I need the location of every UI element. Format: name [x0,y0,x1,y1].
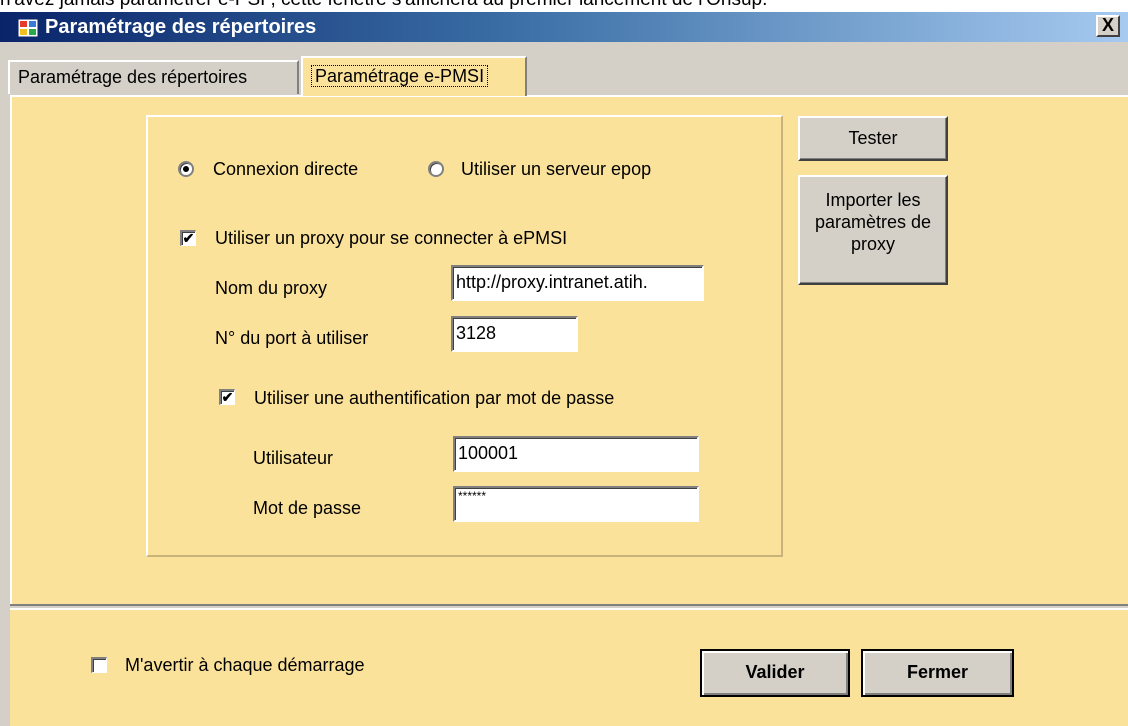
use-auth-label[interactable]: Utiliser une authentification par mot de… [254,387,614,409]
proxy-port-label: N° du port à utiliser [215,328,369,348]
check-icon: ✔ [182,230,195,246]
tab-epmsi[interactable]: Paramétrage e-PMSI [301,56,527,96]
check-icon: ✔ [221,389,234,405]
warn-at-startup-checkbox[interactable] [91,657,107,673]
warn-at-startup-label[interactable]: M'avertir à chaque démarrage [125,654,365,676]
import-proxy-settings-button[interactable]: Importer les paramètres de proxy [798,175,948,285]
proxy-name-input[interactable]: http://proxy.intranet.atih. [451,265,704,301]
tab-label: Paramétrage e-PMSI [311,65,489,87]
import-button-label: Importer les paramètres de proxy [814,190,932,254]
proxy-port-input[interactable]: 3128 [451,316,578,352]
epop-server-radio[interactable] [428,161,444,177]
validate-button[interactable]: Valider [700,649,850,697]
test-button[interactable]: Tester [798,116,948,161]
radio-selected-dot [183,166,189,172]
test-button-label: Tester [848,128,898,148]
use-auth-checkbox[interactable]: ✔ [219,389,235,405]
window-title: Paramétrage des répertoires [45,16,317,38]
close-window-button[interactable]: X [1096,15,1120,37]
use-proxy-label[interactable]: Utiliser un proxy pour se connecter à eP… [215,227,567,249]
proxy-name-label: Nom du proxy [215,278,328,298]
direct-connection-label[interactable]: Connexion directe [213,158,358,180]
close-icon: X [1101,15,1114,35]
title-bar[interactable]: Paramétrage des répertoires [0,12,1128,42]
username-label: Utilisateur [253,448,334,468]
epop-server-label[interactable]: Utiliser un serveur epop [461,158,651,180]
close-button-label: Fermer [906,662,969,682]
close-button[interactable]: Fermer [861,649,1014,697]
password-label: Mot de passe [253,498,362,518]
tab-label: Paramétrage des répertoires [18,67,248,87]
app-window-icon [18,19,38,37]
direct-connection-radio[interactable] [178,161,194,177]
use-proxy-checkbox[interactable]: ✔ [180,230,196,246]
username-input[interactable]: 100001 [453,436,699,472]
password-input[interactable]: ****** [453,486,699,522]
validate-button-label: Valider [745,662,805,682]
background-caption: n'avez jamais paramétrer e-PSP, cette fe… [0,0,1128,12]
tab-directories[interactable]: Paramétrage des répertoires [8,60,299,94]
